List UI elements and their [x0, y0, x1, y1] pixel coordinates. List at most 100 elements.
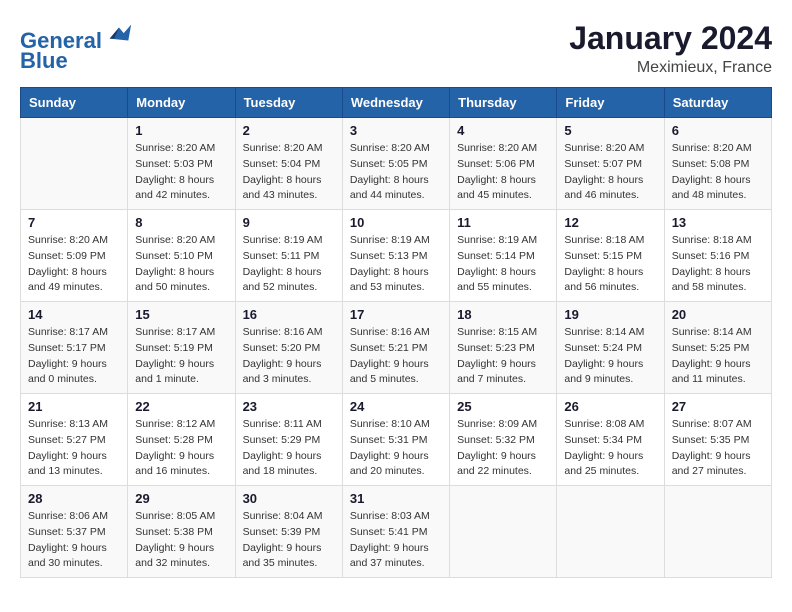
day-info: Sunrise: 8:17 AMSunset: 5:17 PMDaylight:… [28, 325, 120, 388]
day-info: Sunrise: 8:08 AMSunset: 5:34 PMDaylight:… [564, 417, 656, 480]
day-number: 17 [350, 307, 442, 322]
day-info: Sunrise: 8:19 AMSunset: 5:11 PMDaylight:… [243, 233, 335, 296]
calendar-cell: 7 Sunrise: 8:20 AMSunset: 5:09 PMDaylight… [21, 210, 128, 302]
column-header-saturday: Saturday [664, 88, 771, 118]
calendar-cell: 4 Sunrise: 8:20 AMSunset: 5:06 PMDaylight… [450, 118, 557, 210]
day-number: 30 [243, 491, 335, 506]
day-info: Sunrise: 8:12 AMSunset: 5:28 PMDaylight:… [135, 417, 227, 480]
day-info: Sunrise: 8:15 AMSunset: 5:23 PMDaylight:… [457, 325, 549, 388]
column-header-friday: Friday [557, 88, 664, 118]
day-info: Sunrise: 8:20 AMSunset: 5:03 PMDaylight:… [135, 141, 227, 204]
calendar-cell: 8 Sunrise: 8:20 AMSunset: 5:10 PMDaylight… [128, 210, 235, 302]
day-info: Sunrise: 8:04 AMSunset: 5:39 PMDaylight:… [243, 509, 335, 572]
calendar-cell [557, 486, 664, 578]
day-number: 29 [135, 491, 227, 506]
calendar-cell: 6Sunrise: 8:20 AMSunset: 5:08 PMDaylight… [664, 118, 771, 210]
day-info: Sunrise: 8:13 AMSunset: 5:27 PMDaylight:… [28, 417, 120, 480]
day-number: 25 [457, 399, 549, 414]
calendar-cell: 17 Sunrise: 8:16 AMSunset: 5:21 PMDayligh… [342, 302, 449, 394]
day-info: Sunrise: 8:14 AMSunset: 5:25 PMDaylight:… [672, 325, 764, 388]
day-number: 22 [135, 399, 227, 414]
calendar-cell [450, 486, 557, 578]
logo: General Blue [20, 20, 133, 73]
day-number: 7 [28, 215, 120, 230]
calendar-cell: 19 Sunrise: 8:14 AMSunset: 5:24 PMDayligh… [557, 302, 664, 394]
day-number: 14 [28, 307, 120, 322]
calendar-cell: 22 Sunrise: 8:12 AMSunset: 5:28 PMDayligh… [128, 394, 235, 486]
calendar-table: SundayMondayTuesdayWednesdayThursdayFrid… [20, 87, 772, 578]
calendar-cell: 29 Sunrise: 8:05 AMSunset: 5:38 PMDayligh… [128, 486, 235, 578]
day-info: Sunrise: 8:03 AMSunset: 5:41 PMDaylight:… [350, 509, 442, 572]
week-row-5: 28 Sunrise: 8:06 AMSunset: 5:37 PMDayligh… [21, 486, 772, 578]
calendar-cell [664, 486, 771, 578]
day-info: Sunrise: 8:05 AMSunset: 5:38 PMDaylight:… [135, 509, 227, 572]
day-number: 6 [672, 123, 764, 138]
column-header-monday: Monday [128, 88, 235, 118]
day-number: 4 [457, 123, 549, 138]
day-info: Sunrise: 8:14 AMSunset: 5:24 PMDaylight:… [564, 325, 656, 388]
day-info: Sunrise: 8:06 AMSunset: 5:37 PMDaylight:… [28, 509, 120, 572]
title-block: January 2024 Meximieux, France [569, 20, 772, 77]
day-number: 5 [564, 123, 656, 138]
calendar-cell: 10Sunrise: 8:19 AMSunset: 5:13 PMDayligh… [342, 210, 449, 302]
day-info: Sunrise: 8:20 AMSunset: 5:06 PMDaylight:… [457, 141, 549, 204]
day-number: 12 [564, 215, 656, 230]
column-header-thursday: Thursday [450, 88, 557, 118]
calendar-cell: 11 Sunrise: 8:19 AMSunset: 5:14 PMDayligh… [450, 210, 557, 302]
day-info: Sunrise: 8:19 AMSunset: 5:14 PMDaylight:… [457, 233, 549, 296]
calendar-cell: 9 Sunrise: 8:19 AMSunset: 5:11 PMDaylight… [235, 210, 342, 302]
day-number: 9 [243, 215, 335, 230]
logo-bird-icon [105, 20, 133, 48]
calendar-cell: 26Sunrise: 8:08 AMSunset: 5:34 PMDayligh… [557, 394, 664, 486]
column-header-tuesday: Tuesday [235, 88, 342, 118]
day-number: 19 [564, 307, 656, 322]
day-number: 11 [457, 215, 549, 230]
day-number: 1 [135, 123, 227, 138]
day-info: Sunrise: 8:09 AMSunset: 5:32 PMDaylight:… [457, 417, 549, 480]
day-number: 15 [135, 307, 227, 322]
day-info: Sunrise: 8:10 AMSunset: 5:31 PMDaylight:… [350, 417, 442, 480]
calendar-cell: 27Sunrise: 8:07 AMSunset: 5:35 PMDayligh… [664, 394, 771, 486]
day-info: Sunrise: 8:20 AMSunset: 5:10 PMDaylight:… [135, 233, 227, 296]
calendar-cell: 12 Sunrise: 8:18 AMSunset: 5:15 PMDayligh… [557, 210, 664, 302]
day-number: 2 [243, 123, 335, 138]
calendar-cell: 18 Sunrise: 8:15 AMSunset: 5:23 PMDayligh… [450, 302, 557, 394]
calendar-cell [21, 118, 128, 210]
day-info: Sunrise: 8:16 AMSunset: 5:20 PMDaylight:… [243, 325, 335, 388]
calendar-cell: 20Sunrise: 8:14 AMSunset: 5:25 PMDayligh… [664, 302, 771, 394]
day-info: Sunrise: 8:20 AMSunset: 5:04 PMDaylight:… [243, 141, 335, 204]
page-header: General Blue January 2024 Meximieux, Fra… [20, 20, 772, 77]
calendar-cell: 30 Sunrise: 8:04 AMSunset: 5:39 PMDayligh… [235, 486, 342, 578]
calendar-cell: 14 Sunrise: 8:17 AMSunset: 5:17 PMDayligh… [21, 302, 128, 394]
calendar-cell: 28 Sunrise: 8:06 AMSunset: 5:37 PMDayligh… [21, 486, 128, 578]
column-header-sunday: Sunday [21, 88, 128, 118]
day-number: 31 [350, 491, 442, 506]
calendar-cell: 5 Sunrise: 8:20 AMSunset: 5:07 PMDaylight… [557, 118, 664, 210]
week-row-2: 7 Sunrise: 8:20 AMSunset: 5:09 PMDaylight… [21, 210, 772, 302]
calendar-cell: 21 Sunrise: 8:13 AMSunset: 5:27 PMDayligh… [21, 394, 128, 486]
day-info: Sunrise: 8:18 AMSunset: 5:15 PMDaylight:… [564, 233, 656, 296]
day-number: 18 [457, 307, 549, 322]
calendar-cell: 31 Sunrise: 8:03 AMSunset: 5:41 PMDayligh… [342, 486, 449, 578]
day-number: 27 [672, 399, 764, 414]
calendar-cell: 13Sunrise: 8:18 AMSunset: 5:16 PMDayligh… [664, 210, 771, 302]
calendar-title: January 2024 [569, 20, 772, 57]
calendar-cell: 1 Sunrise: 8:20 AMSunset: 5:03 PMDaylight… [128, 118, 235, 210]
week-row-3: 14 Sunrise: 8:17 AMSunset: 5:17 PMDayligh… [21, 302, 772, 394]
calendar-cell: 3Sunrise: 8:20 AMSunset: 5:05 PMDaylight… [342, 118, 449, 210]
column-header-wednesday: Wednesday [342, 88, 449, 118]
day-info: Sunrise: 8:19 AMSunset: 5:13 PMDaylight:… [350, 233, 442, 296]
calendar-cell: 16 Sunrise: 8:16 AMSunset: 5:20 PMDayligh… [235, 302, 342, 394]
day-info: Sunrise: 8:20 AMSunset: 5:09 PMDaylight:… [28, 233, 120, 296]
day-number: 8 [135, 215, 227, 230]
calendar-cell: 25 Sunrise: 8:09 AMSunset: 5:32 PMDayligh… [450, 394, 557, 486]
day-info: Sunrise: 8:20 AMSunset: 5:07 PMDaylight:… [564, 141, 656, 204]
day-info: Sunrise: 8:16 AMSunset: 5:21 PMDaylight:… [350, 325, 442, 388]
day-number: 21 [28, 399, 120, 414]
calendar-cell: 2 Sunrise: 8:20 AMSunset: 5:04 PMDaylight… [235, 118, 342, 210]
day-number: 16 [243, 307, 335, 322]
calendar-subtitle: Meximieux, France [569, 59, 772, 77]
day-number: 28 [28, 491, 120, 506]
calendar-cell: 24Sunrise: 8:10 AMSunset: 5:31 PMDayligh… [342, 394, 449, 486]
day-info: Sunrise: 8:18 AMSunset: 5:16 PMDaylight:… [672, 233, 764, 296]
